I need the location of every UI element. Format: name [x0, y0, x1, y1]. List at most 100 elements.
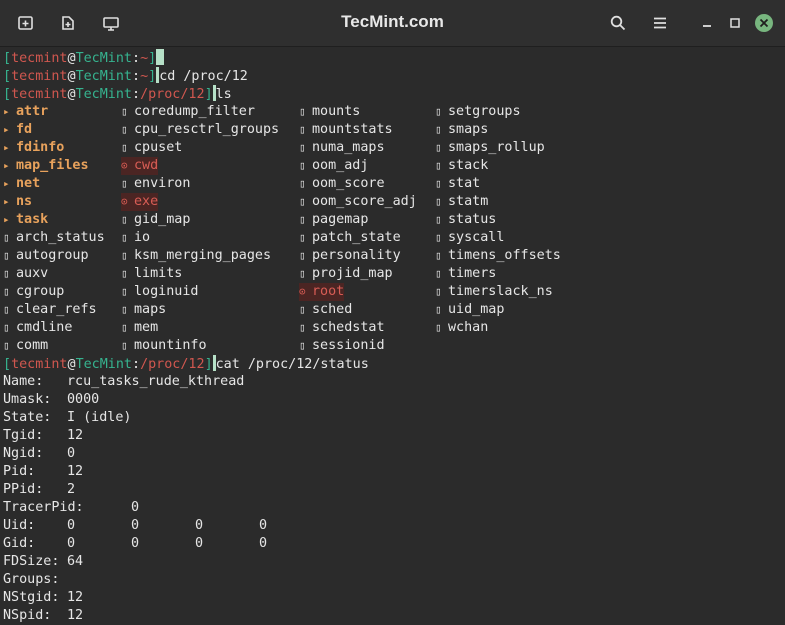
- file-icon: ▯: [299, 159, 306, 172]
- prompt-path: /proc/12: [140, 87, 205, 102]
- status-line: Gid: 0 0 0 0: [3, 535, 785, 553]
- ls-entry-dir: ▸ task: [3, 211, 48, 229]
- terminal-window: TecMint.com [tecmint@TecMint:~] [tecmint…: [0, 0, 785, 625]
- prompt-bracket: ]: [148, 69, 157, 84]
- ls-entry-file: ▯ arch_status: [3, 229, 105, 247]
- prompt-line: [tecmint@TecMint:~]: [3, 49, 785, 67]
- file-icon: ▯: [435, 303, 442, 316]
- status-line: NSpid: 12: [3, 607, 785, 625]
- ls-entry-file: ▯ maps: [121, 301, 166, 319]
- status-value: 0: [131, 500, 140, 515]
- menu-icon[interactable]: [647, 10, 673, 36]
- file-icon: ▯: [121, 267, 128, 280]
- file-icon: ▯: [435, 123, 442, 136]
- ls-entry-file: ▯ stack: [435, 157, 488, 175]
- prompt-host: TecMint: [75, 51, 132, 66]
- ls-entry-file: ▯ loginuid: [121, 283, 199, 301]
- ls-entry-dir: ▸ fd: [3, 121, 32, 139]
- ls-entry-name: maps: [134, 302, 167, 317]
- ls-row: ▸ task ▯ gid_map ▯ pagemap ▯ status: [3, 211, 785, 229]
- prompt-host: TecMint: [75, 357, 132, 372]
- prompt-bracket: ]: [148, 51, 157, 66]
- ls-entry-file: ▯ statm: [435, 193, 488, 211]
- file-icon: ▯: [435, 321, 442, 334]
- status-value: rcu_tasks_rude_kthread: [67, 374, 245, 389]
- ls-entry-file: ▯ mountstats: [299, 121, 393, 139]
- folder-icon: ▸: [3, 213, 10, 226]
- ls-entry-name: timens_offsets: [448, 248, 561, 263]
- file-icon: ▯: [121, 123, 128, 136]
- ls-entry-file: ▯ cgroup: [3, 283, 64, 301]
- ls-entry-name: cpuset: [134, 140, 183, 155]
- prompt-command: cat /proc/12/status: [215, 357, 369, 372]
- ls-row: ▯ cmdline ▯ mem ▯ schedstat ▯ wchan: [3, 319, 785, 337]
- status-key: NSpid:: [3, 608, 52, 623]
- ls-entry-dir: ▸ ns: [3, 193, 32, 211]
- maximize-icon[interactable]: [722, 10, 748, 36]
- file-icon: ▯: [435, 213, 442, 226]
- file-icon: ▯: [121, 105, 128, 118]
- ls-entry-file: ▯ sched: [299, 301, 352, 319]
- prompt-bracket: [: [3, 69, 12, 84]
- prompt-bracket: [: [3, 87, 12, 102]
- ls-entry-file: ▯ limits: [121, 265, 182, 283]
- ls-row: ▸ net ▯ environ ▯ oom_score ▯ stat: [3, 175, 785, 193]
- status-value: 0: [131, 536, 140, 551]
- status-value: 2: [67, 482, 76, 497]
- prompt-at: @: [67, 51, 76, 66]
- symlink-icon: ⊙: [299, 285, 306, 298]
- ls-entry-name: environ: [134, 176, 191, 191]
- prompt-line: [tecmint@TecMint:/proc/12] cat /proc/12/s…: [3, 355, 785, 373]
- file-icon: ▯: [299, 303, 306, 316]
- status-line: FDSize: 64: [3, 553, 785, 571]
- ls-entry-name: cpu_resctrl_groups: [134, 122, 280, 137]
- ls-entry-file: ▯ autogroup: [3, 247, 89, 265]
- ls-entry-name: smaps: [448, 122, 489, 137]
- minimize-icon[interactable]: [694, 10, 720, 36]
- ls-entry-name: statm: [448, 194, 489, 209]
- ls-row: ▯ autogroup ▯ ksm_merging_pages ▯ personality…: [3, 247, 785, 265]
- ls-entry-name: sessionid: [312, 338, 385, 353]
- ls-entry-dir: ▸ map_files: [3, 157, 89, 175]
- ls-entry-name: clear_refs: [16, 302, 97, 317]
- ls-entry-name: numa_maps: [312, 140, 385, 155]
- file-icon: ▯: [299, 177, 306, 190]
- close-icon[interactable]: [751, 10, 777, 36]
- prompt-colon: :: [132, 357, 141, 372]
- ls-entry-file: ▯ environ: [121, 175, 190, 193]
- file-icon: ▯: [3, 249, 10, 262]
- ls-entry-file: ▯ status: [435, 211, 496, 229]
- ls-entry-file: ▯ smaps: [435, 121, 488, 139]
- status-key: TracerPid:: [3, 500, 84, 515]
- prompt-colon: :: [132, 51, 141, 66]
- file-icon: ▯: [435, 177, 442, 190]
- ls-entry-file: ▯ patch_state: [299, 229, 401, 247]
- folder-icon: ▸: [3, 141, 10, 154]
- status-key: FDSize:: [3, 554, 60, 569]
- ls-entry-file: ▯ timens_offsets: [435, 247, 561, 265]
- status-value: 0: [67, 446, 76, 461]
- ls-entry-file: ▯ stat: [435, 175, 480, 193]
- file-icon: ▯: [121, 249, 128, 262]
- prompt-user: tecmint: [11, 87, 68, 102]
- ls-entry-file: ▯ io: [121, 229, 150, 247]
- symlink-icon: ⊙: [121, 159, 128, 172]
- file-icon: ▯: [299, 105, 306, 118]
- status-key: Uid:: [3, 518, 36, 533]
- ls-row: ▸ fdinfo ▯ cpuset ▯ numa_maps ▯ smaps_rollup: [3, 139, 785, 157]
- file-icon: ▯: [121, 213, 128, 226]
- ls-entry-name: fdinfo: [16, 140, 65, 155]
- terminal-output[interactable]: [tecmint@TecMint:~] [tecmint@TecMint:~] c…: [0, 47, 785, 625]
- ls-entry-name: cmdline: [16, 320, 73, 335]
- ls-entry-name: ns: [16, 194, 33, 209]
- ls-entry-dir: ▸ net: [3, 175, 40, 193]
- ls-row: ▯ comm ▯ mountinfo ▯ sessionid: [3, 337, 785, 355]
- ls-entry-file: ▯ ksm_merging_pages: [121, 247, 271, 265]
- ls-entry-file: ▯ auxv: [3, 265, 48, 283]
- ls-entry-name: projid_map: [312, 266, 393, 281]
- ls-entry-dir: ▸ fdinfo: [3, 139, 64, 157]
- status-value: 0: [259, 536, 268, 551]
- ls-entry-name: net: [16, 176, 41, 191]
- ls-entry-link: ⊙ root: [299, 283, 345, 301]
- search-icon[interactable]: [605, 10, 631, 36]
